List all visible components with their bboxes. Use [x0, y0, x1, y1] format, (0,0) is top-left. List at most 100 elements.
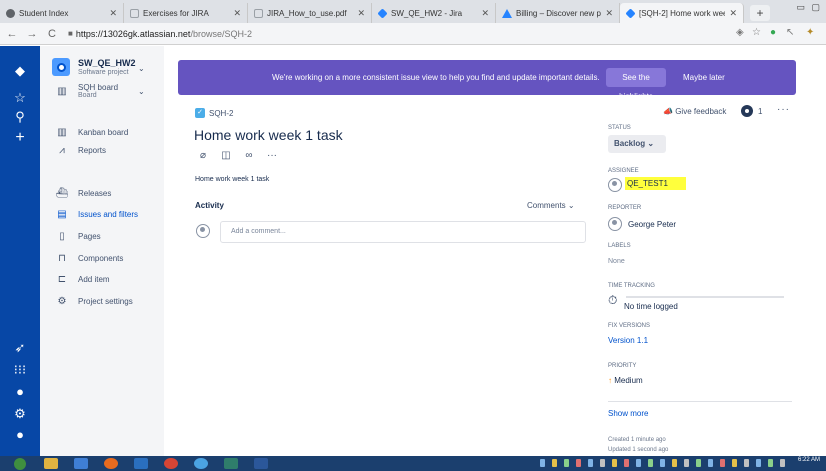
browser-tab[interactable]: JIRA_How_to_use.pdf ✕ [248, 3, 372, 23]
reporter-value[interactable]: George Peter [628, 220, 676, 229]
comments-filter-dropdown[interactable]: Comments ⌄ [527, 201, 575, 210]
tab-close-icon[interactable]: ✕ [605, 8, 613, 19]
project-switcher[interactable]: SW_QE_HW2 Software project [52, 58, 136, 76]
sidebar-item-kanban-board[interactable]: ▥ Kanban board [56, 126, 160, 138]
time-tracking-value[interactable]: No time logged [624, 302, 678, 311]
tab-close-icon[interactable]: ✕ [109, 8, 117, 19]
tray-icon[interactable] [564, 459, 569, 467]
browser-tab[interactable]: Exercises for JIRA ✕ [124, 3, 248, 23]
tray-icon[interactable] [696, 459, 701, 467]
sidebar-item-project-settings[interactable]: ⚙ Project settings [56, 295, 160, 307]
tray-icon[interactable] [636, 459, 641, 467]
forward-arrow-icon[interactable]: → [24, 28, 40, 40]
status-dropdown[interactable]: Backlog ⌄ [608, 135, 666, 153]
start-button-icon[interactable] [14, 458, 26, 470]
tray-icon[interactable] [660, 459, 665, 467]
tray-icon[interactable] [588, 459, 593, 467]
fix-version-value[interactable]: Version 1.1 [608, 336, 648, 345]
browser-tab[interactable]: SW_QE_HW2 - Jira ✕ [372, 3, 496, 23]
tray-icon[interactable] [552, 459, 557, 467]
profile-icon[interactable]: ✦ [806, 27, 814, 38]
tab-label: JIRA_How_to_use.pdf [267, 8, 347, 18]
issue-key-link[interactable]: SQH-2 [209, 109, 233, 118]
app-switcher-icon[interactable]: ⁝⁝⁝ [0, 362, 40, 378]
star-icon[interactable]: ☆ [0, 90, 40, 106]
tray-icon[interactable] [756, 459, 761, 467]
chrome-icon[interactable] [164, 458, 178, 469]
tab-close-icon[interactable]: ✕ [357, 8, 365, 19]
assignee-field[interactable]: QE_TEST1 [625, 177, 686, 190]
tab-close-icon[interactable]: ✕ [481, 8, 489, 19]
firefox-icon[interactable] [104, 458, 118, 469]
more-options-icon[interactable]: ··· [777, 104, 790, 115]
user-avatar-icon[interactable]: ● [0, 427, 40, 443]
bookmark-star-icon[interactable]: ☆ [752, 27, 761, 38]
sidebar-item-issues-and-filters[interactable]: ▤ Issues and filters [56, 208, 160, 220]
jira-logo-icon[interactable]: ◆ [0, 63, 40, 79]
tray-icon[interactable] [540, 459, 545, 467]
more-actions-icon[interactable]: ··· [265, 150, 279, 162]
sidebar-item-board[interactable]: ▥ SQH board Board ⌄ [56, 83, 160, 99]
help-icon[interactable]: ● [0, 384, 40, 400]
subtask-icon[interactable]: ◫ [219, 150, 233, 162]
add-comment-input[interactable]: Add a comment... [220, 221, 586, 243]
issue-title[interactable]: Home work week 1 task [194, 127, 343, 143]
tray-icon[interactable] [672, 459, 677, 467]
file-explorer-icon[interactable] [44, 458, 58, 469]
tray-icon[interactable] [600, 459, 605, 467]
tray-icon[interactable] [720, 459, 725, 467]
see-highlights-button[interactable]: See the highlights [606, 68, 666, 101]
show-more-link[interactable]: Show more [608, 409, 648, 418]
chevron-down-icon[interactable]: ⌄ [138, 87, 145, 96]
tab-close-icon[interactable]: ✕ [233, 8, 241, 19]
tray-icon[interactable] [684, 459, 689, 467]
attach-paperclip-icon[interactable]: ⌀ [196, 150, 210, 162]
tray-icon[interactable] [708, 459, 713, 467]
watchers-button[interactable]: 1 [741, 105, 762, 117]
tray-icon[interactable] [576, 459, 581, 467]
reload-icon[interactable]: C [44, 28, 60, 40]
browser-tab[interactable]: Billing – Discover new product ✕ [496, 3, 620, 23]
settings-gear-icon[interactable]: ⚙ [0, 406, 40, 422]
give-feedback-button[interactable]: 📣 Give feedback [663, 107, 726, 116]
sidebar-item-releases[interactable]: ⛴ Releases [56, 187, 160, 199]
sidebar-item-add-item[interactable]: ⊏ Add item [56, 273, 160, 285]
media-player-icon[interactable] [74, 458, 88, 469]
browser-tab[interactable]: Student Index ✕ [0, 3, 124, 23]
tab-label: Billing – Discover new product [516, 8, 601, 18]
extension-icon[interactable]: ↖ [786, 27, 794, 38]
app-icon[interactable] [224, 458, 238, 469]
window-controls[interactable]: ▭ ▢ [796, 2, 822, 13]
new-issue-view-banner: We're working on a more consistent issue… [178, 60, 796, 101]
tray-icon[interactable] [768, 459, 773, 467]
taskbar-clock[interactable]: 6:22 AM [798, 457, 820, 464]
labels-value[interactable]: None [608, 258, 625, 265]
maybe-later-button[interactable]: Maybe later [683, 73, 725, 82]
tray-icon[interactable] [780, 459, 785, 467]
create-plus-icon[interactable]: + [0, 130, 40, 146]
sidebar-item-reports[interactable]: ⩘ Reports [56, 144, 160, 156]
sidebar-item-components[interactable]: ⊓ Components [56, 252, 160, 264]
priority-field[interactable]: ↑ Medium [608, 376, 643, 385]
rocket-icon[interactable]: ➶ [0, 340, 40, 356]
new-tab-button[interactable]: + [750, 5, 770, 21]
tray-icon[interactable] [624, 459, 629, 467]
link-chain-icon[interactable]: ∞ [242, 150, 256, 162]
issue-description[interactable]: Home work week 1 task [195, 176, 269, 183]
url-field[interactable]: https://13026gk.atlassian.net/browse/SQH… [76, 29, 252, 39]
tray-icon[interactable] [648, 459, 653, 467]
internet-explorer-icon[interactable] [194, 458, 208, 469]
back-arrow-icon[interactable]: ← [4, 28, 20, 40]
sidebar-item-pages[interactable]: ▯ Pages [56, 230, 160, 242]
search-icon[interactable]: ⚲ [0, 109, 40, 125]
chevron-down-icon[interactable]: ⌄ [138, 64, 145, 73]
word-icon[interactable] [254, 458, 268, 469]
extension-icon[interactable]: ● [770, 27, 776, 38]
tray-icon[interactable] [744, 459, 749, 467]
extension-icon[interactable]: ◈ [736, 27, 744, 38]
tray-icon[interactable] [612, 459, 617, 467]
tab-close-icon[interactable]: ✕ [729, 8, 737, 19]
outlook-icon[interactable] [134, 458, 148, 469]
tray-icon[interactable] [732, 459, 737, 467]
browser-tab-active[interactable]: [SQH-2] Home work week 1 ta ✕ [620, 3, 744, 23]
